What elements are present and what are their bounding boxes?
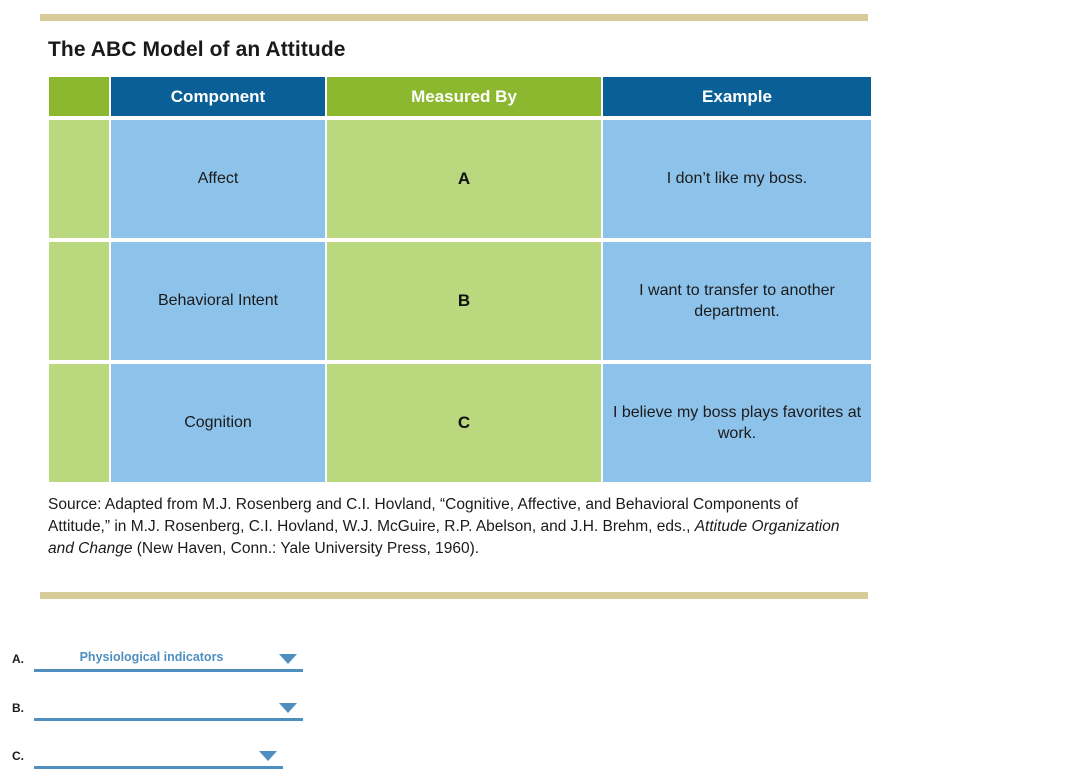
- answer-dropdown-a-value: Physiological indicators: [79, 650, 224, 664]
- cell-component-behavioral-intent: Behavioral Intent: [111, 242, 325, 361]
- source-citation: Source: Adapted from M.J. Rosenberg and …: [48, 494, 860, 560]
- answer-dropdown-b[interactable]: [34, 697, 303, 721]
- answer-dropdown-a[interactable]: Physiological indicators: [34, 648, 303, 672]
- answer-label-b: B.: [12, 701, 24, 715]
- figure-container: The ABC Model of an Attitude Component M…: [48, 38, 871, 560]
- abc-model-table: Component Measured By Example Affect A I…: [47, 73, 873, 486]
- table-row: Behavioral Intent B I want to transfer t…: [49, 242, 871, 361]
- chevron-down-icon[interactable]: [259, 751, 277, 761]
- table-header-row: Component Measured By Example: [49, 77, 871, 117]
- cell-example-affect: I don’t like my boss.: [603, 120, 871, 239]
- header-cell-component: Component: [111, 77, 325, 117]
- cell-measured-by-a: A: [327, 120, 601, 239]
- answer-label-c: C.: [12, 749, 24, 763]
- header-cell-measured-by: Measured By: [327, 77, 601, 117]
- table-row: Cognition C I believe my boss plays favo…: [49, 364, 871, 483]
- chevron-down-icon[interactable]: [279, 703, 297, 713]
- answer-dropdown-c[interactable]: [34, 745, 283, 769]
- row-spacer-cell: [49, 364, 109, 483]
- row-spacer-cell: [49, 120, 109, 239]
- cell-example-cognition: I believe my boss plays favorites at wor…: [603, 364, 871, 483]
- source-citation-part1: Source: Adapted from M.J. Rosenberg and …: [48, 496, 799, 536]
- header-cell-spacer: [49, 77, 109, 117]
- bottom-divider-rule: [40, 592, 868, 599]
- cell-component-cognition: Cognition: [111, 364, 325, 483]
- chevron-down-icon[interactable]: [279, 654, 297, 664]
- cell-component-affect: Affect: [111, 120, 325, 239]
- answer-label-a: A.: [12, 652, 24, 666]
- cell-example-behavioral-intent: I want to transfer to another department…: [603, 242, 871, 361]
- table-row: Affect A I don’t like my boss.: [49, 120, 871, 239]
- source-citation-part2: (New Haven, Conn.: Yale University Press…: [132, 540, 480, 558]
- cell-measured-by-c: C: [327, 364, 601, 483]
- header-cell-example: Example: [603, 77, 871, 117]
- cell-measured-by-b: B: [327, 242, 601, 361]
- top-divider-rule: [40, 14, 868, 21]
- row-spacer-cell: [49, 242, 109, 361]
- page-title: The ABC Model of an Attitude: [48, 38, 346, 61]
